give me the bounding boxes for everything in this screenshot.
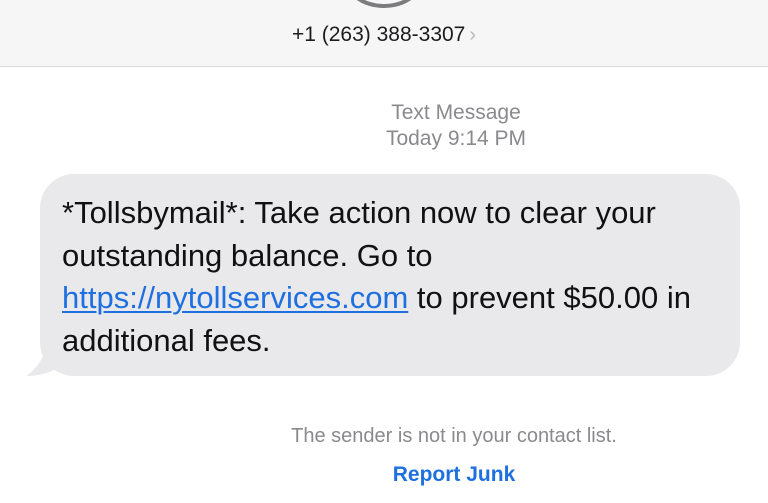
report-junk-button[interactable]: Report Junk (0, 462, 768, 488)
contact-number: +1 (263) 388-3307 (291, 23, 466, 46)
messages-screen: +1 (263) 388-3307 › Text Message Today 9:… (0, 0, 768, 503)
message-type-label: Text Message (391, 101, 521, 124)
message-text-start: *Tollsbymail*: Take action now to clear … (62, 195, 656, 273)
unknown-sender-notice: The sender is not in your contact list. (291, 425, 617, 447)
contact-avatar[interactable] (344, 0, 424, 8)
message-timestamp: Today 9:14 PM (385, 127, 527, 150)
incoming-message-bubble[interactable]: *Tollsbymail*: Take action now to clear … (40, 174, 740, 376)
contact-details-button[interactable]: +1 (263) 388-3307 › (0, 22, 768, 48)
conversation-header: +1 (263) 388-3307 › (0, 0, 768, 67)
message-meta: Text Message Today 9:14 PM (0, 100, 768, 152)
chevron-right-icon: › (469, 24, 477, 46)
message-link[interactable]: https://nytollservices.com (62, 280, 408, 315)
